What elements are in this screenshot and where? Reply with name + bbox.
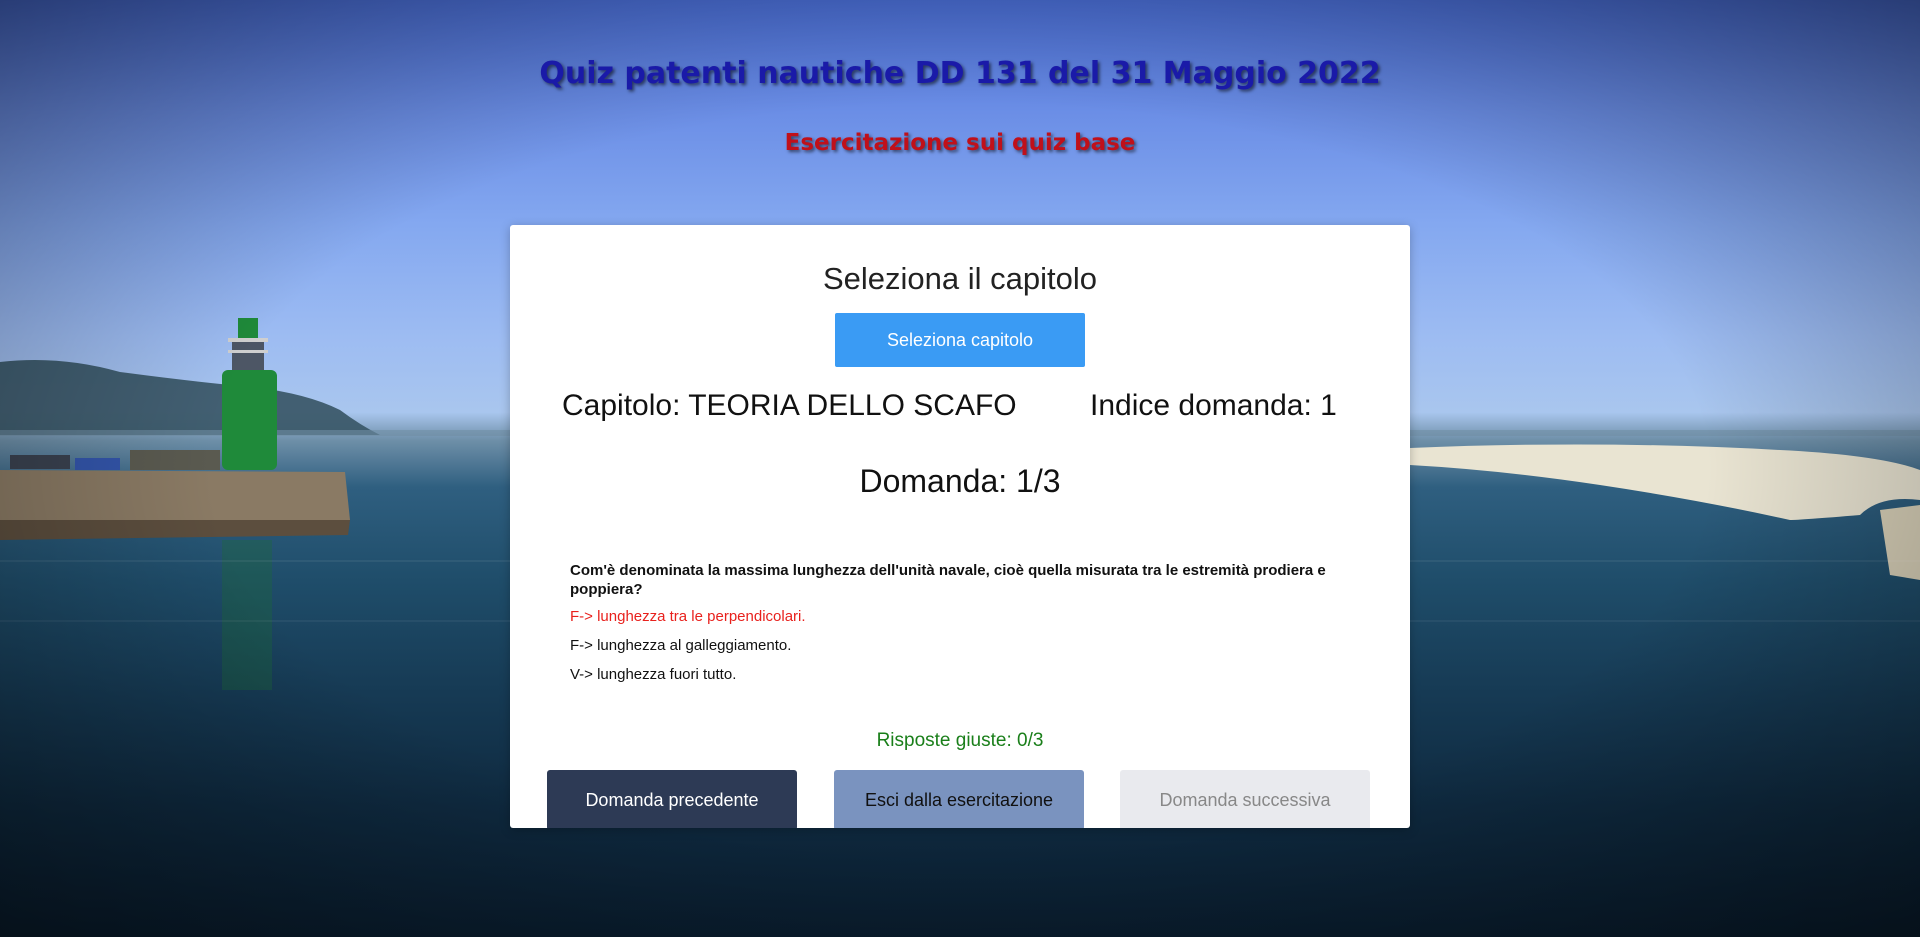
answer-option-2[interactable]: F-> lunghezza al galleggiamento. — [570, 636, 1360, 655]
next-question-button[interactable]: Domanda successiva — [1120, 770, 1370, 828]
card-heading: Seleziona il capitolo — [822, 261, 1097, 296]
previous-question-button[interactable]: Domanda precedente — [547, 770, 797, 828]
answer-option-1[interactable]: F-> lunghezza tra le perpendicolari. — [570, 607, 1360, 626]
answer-option-3[interactable]: V-> lunghezza fuori tutto. — [570, 665, 1360, 684]
question-counter: Domanda: 1/3 — [859, 463, 1061, 499]
score-label: Risposte giuste: 0/3 — [876, 730, 1044, 751]
question-text: Com'è denominata la massima lunghezza de… — [570, 562, 1326, 598]
info-row: Capitolo: TEORIA DELLO SCAFO Indice doma… — [510, 389, 1410, 433]
page-subtitle: Esercitazione sui quiz base — [784, 130, 1136, 156]
chapter-label: Capitolo: TEORIA DELLO SCAFO — [562, 389, 1017, 422]
select-chapter-button[interactable]: Seleziona capitolo — [835, 313, 1085, 367]
question-block: Com'è denominata la massima lunghezza de… — [570, 561, 1360, 694]
page-title: Quiz patenti nautiche DD 131 del 31 Magg… — [539, 56, 1381, 91]
question-index-label: Indice domanda: 1 — [1090, 389, 1337, 422]
quiz-card: Seleziona il capitolo Seleziona capitolo… — [510, 225, 1410, 828]
exit-exercise-button[interactable]: Esci dalla esercitazione — [834, 770, 1084, 828]
